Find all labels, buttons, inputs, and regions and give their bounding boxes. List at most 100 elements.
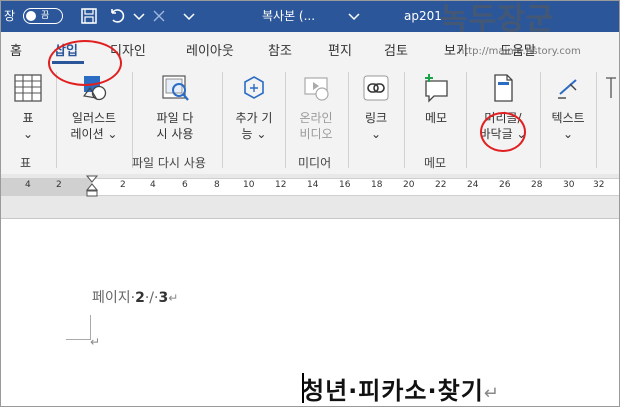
table-icon — [14, 74, 42, 102]
paragraph-mark: ↵ — [483, 383, 500, 404]
ruler-tick: 24 — [467, 180, 479, 190]
document-heading: 청년·피카소·찾기↵ — [302, 371, 500, 406]
annotation-circle-insert-tab — [48, 40, 122, 86]
margin-corner-mark — [66, 315, 91, 340]
reuse-files-label-1: 파일 다 — [156, 111, 194, 125]
table-dropdown: ⌄ — [22, 127, 34, 141]
addins-label-2: 능 ⌄ — [241, 127, 267, 141]
symbol-icon — [606, 77, 616, 98]
text-dropdown: ⌄ — [562, 127, 574, 141]
separator — [404, 72, 405, 168]
text-button[interactable]: 텍스트 ⌄ — [546, 72, 590, 142]
group-label-reuse: 파일 다시 사용 — [132, 156, 206, 170]
document-page[interactable]: 페이지·2·/·3↵ ↵ 청년·피카소·찾기↵ — [0, 219, 620, 407]
annotation-circle-header-footer — [480, 112, 526, 152]
page-number-text: 페이지·2·/·3↵ — [92, 287, 178, 307]
separator — [540, 72, 541, 168]
tab-layout[interactable]: 레이아웃 — [186, 40, 234, 59]
ruler-tick: 4 — [25, 180, 31, 190]
comment-icon — [425, 74, 448, 103]
ruler-tick: 14 — [307, 180, 319, 190]
link-icon — [363, 75, 389, 101]
undo-icon[interactable] — [108, 7, 126, 25]
illustrations-label-1: 일러스트 — [71, 111, 117, 125]
heading-text: 청년·피카소·찾기 — [302, 377, 484, 405]
separator — [222, 72, 223, 168]
online-video-label-2: 비디오 — [299, 127, 333, 141]
save-icon[interactable] — [80, 7, 98, 25]
tab-review[interactable]: 검토 — [384, 40, 408, 59]
separator — [348, 72, 349, 168]
page-current: 2 — [135, 290, 145, 306]
ruler-tick: 16 — [339, 180, 351, 190]
separator — [466, 72, 467, 168]
autosave-toggle[interactable]: 끔 — [23, 8, 63, 24]
addins-icon — [244, 76, 264, 99]
link-dropdown: ⌄ — [370, 127, 382, 141]
online-video-button[interactable]: 온라인 비디오 — [290, 72, 342, 142]
separator — [56, 72, 57, 168]
title-dropdown-icon[interactable] — [345, 7, 363, 25]
indent-marker[interactable] — [86, 175, 98, 197]
account-text: ap201 — [404, 9, 442, 23]
reuse-files-icon — [162, 75, 189, 101]
ruler-tick: 10 — [243, 180, 255, 190]
link-label: 링크 — [364, 111, 388, 125]
online-video-label-1: 온라인 — [299, 111, 333, 125]
text-label: 텍스트 — [551, 111, 585, 125]
group-label-comments: 메모 — [424, 156, 447, 170]
ruler-tick: 2 — [56, 180, 62, 190]
customize-qat-icon[interactable] — [180, 7, 198, 25]
separator — [596, 72, 597, 168]
undo-dropdown-icon[interactable] — [130, 7, 148, 25]
paragraph-mark: ↵ — [90, 335, 101, 349]
title-prefix: 장 — [4, 9, 16, 23]
watermark-url: http://mainia.tistory.com — [458, 46, 581, 57]
page-separator: ·/· — [144, 290, 159, 306]
ruler-tick: 28 — [531, 180, 543, 190]
table-button[interactable]: 표 ⌄ — [6, 72, 50, 142]
reuse-files-button[interactable]: 파일 다 시 사용 — [140, 72, 210, 142]
header-footer-icon — [494, 74, 513, 102]
horizontal-ruler[interactable]: 4 2 2 4 6 8 10 12 14 16 18 20 22 24 26 2… — [0, 175, 620, 197]
separator — [285, 72, 286, 168]
ruler-tick: 4 — [150, 180, 156, 190]
watermark-text: 녹두장군 — [440, 2, 555, 37]
new-comment-button[interactable]: 메모 — [412, 72, 460, 126]
link-button[interactable]: 링크 ⌄ — [354, 72, 398, 142]
ruler-tick: 32 — [593, 180, 605, 190]
tab-home[interactable]: 홈 — [10, 40, 22, 59]
toggle-knob — [26, 11, 36, 21]
ruler-tick: 22 — [435, 180, 447, 190]
online-video-icon — [304, 77, 329, 101]
paragraph-mark: ↵ — [168, 291, 179, 305]
symbols-button-partial[interactable] — [602, 72, 620, 110]
page-label: 페이지· — [92, 290, 136, 306]
text-icon — [558, 79, 577, 99]
ruler-tick: 26 — [499, 180, 511, 190]
page-total: 3 — [158, 290, 169, 306]
ruler-tick: 30 — [563, 180, 575, 190]
tab-references[interactable]: 참조 — [268, 40, 292, 59]
watermark: 녹두장군 http://mainia.tistory.com — [440, 0, 620, 57]
comment-label: 메모 — [424, 111, 448, 125]
group-label-tables: 표 — [20, 156, 32, 170]
addins-label-1: 추가 기 — [235, 111, 273, 125]
ruler-tick: 18 — [371, 180, 383, 190]
illustrations-label-2: 레이션 ⌄ — [70, 127, 118, 141]
ruler-margin — [0, 179, 92, 195]
redo-icon[interactable] — [150, 7, 168, 25]
addins-button[interactable]: 추가 기 능 ⌄ — [228, 72, 280, 142]
reuse-files-label-2: 시 사용 — [156, 127, 194, 141]
group-label-media: 미디어 — [298, 156, 332, 170]
document-gap — [0, 206, 620, 219]
autosave-state: 끔 — [41, 11, 50, 21]
ruler-tick: 8 — [214, 180, 220, 190]
tab-mailings[interactable]: 편지 — [328, 40, 352, 59]
document-title: 복사본 (... — [262, 9, 316, 23]
ruler-tick: 2 — [120, 180, 126, 190]
table-label: 표 — [22, 111, 34, 125]
ruler-tick: 12 — [275, 180, 287, 190]
ruler-tick: 20 — [403, 180, 415, 190]
ruler-tick: 6 — [182, 180, 188, 190]
